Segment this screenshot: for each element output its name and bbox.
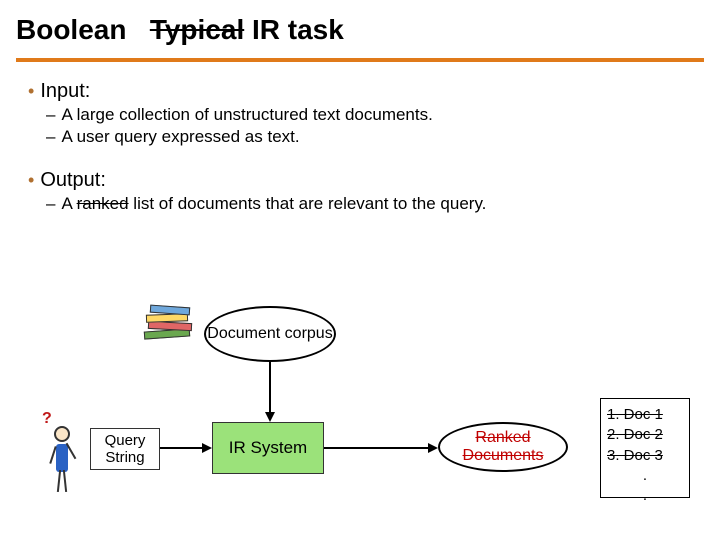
bullet-input-label: Input: bbox=[40, 80, 90, 103]
arrow-query-to-ir-icon bbox=[160, 442, 212, 454]
slide-body: • Input: – A large collection of unstruc… bbox=[0, 62, 720, 214]
bullet-dot-icon: • bbox=[28, 82, 34, 100]
query-string-node: Query String bbox=[90, 428, 160, 470]
document-list-node: 1. Doc 1 2. Doc 2 3. Doc 3 . . bbox=[600, 398, 690, 498]
ranked-documents-label: Ranked Documents bbox=[440, 429, 566, 466]
dash-icon: – bbox=[46, 105, 55, 125]
document-corpus-node: Document corpus bbox=[204, 306, 336, 362]
arrow-ir-to-ranked-icon bbox=[324, 442, 438, 454]
ranked-documents-node: Ranked Documents bbox=[438, 422, 568, 472]
sub-output-1-text: A ranked list of documents that are rele… bbox=[61, 194, 486, 214]
bullet-output-label: Output: bbox=[40, 169, 106, 192]
sub-input-2-text: A user query expressed as text. bbox=[61, 127, 299, 147]
sub-output-suffix: list of documents that are relevant to t… bbox=[129, 194, 487, 213]
sub-output-strike: ranked bbox=[77, 194, 129, 213]
title-word-typical-struck: Typical bbox=[150, 14, 244, 45]
dash-icon: – bbox=[46, 194, 55, 214]
books-icon bbox=[140, 308, 200, 352]
person-thinking-icon: ? bbox=[44, 420, 80, 500]
ir-system-label: IR System bbox=[229, 438, 307, 458]
doclist-dot: . bbox=[607, 486, 683, 506]
diagram: Document corpus ? Query String IR System… bbox=[0, 300, 720, 540]
sub-input-1: – A large collection of unstructured tex… bbox=[46, 105, 712, 125]
doclist-dot: . bbox=[607, 466, 683, 486]
title-rest: IR task bbox=[252, 14, 344, 45]
bullet-output: • Output: bbox=[28, 169, 712, 192]
doclist-row-1: 1. Doc 1 bbox=[607, 405, 683, 425]
query-string-label: Query String bbox=[99, 432, 151, 466]
slide-title: Boolean Typical IR task bbox=[0, 0, 720, 54]
arrow-corpus-to-ir-icon bbox=[264, 362, 276, 422]
sub-output-prefix: A bbox=[61, 194, 76, 213]
doclist-row-2: 2. Doc 2 bbox=[607, 425, 683, 445]
title-word-boolean: Boolean bbox=[16, 14, 126, 45]
bullet-dot-icon: • bbox=[28, 171, 34, 189]
sub-input-2: – A user query expressed as text. bbox=[46, 127, 712, 147]
document-corpus-label: Document corpus bbox=[207, 325, 332, 343]
ir-system-node: IR System bbox=[212, 422, 324, 474]
sub-input-1-text: A large collection of unstructured text … bbox=[61, 105, 432, 125]
sub-output-1: – A ranked list of documents that are re… bbox=[46, 194, 712, 214]
doclist-row-3: 3. Doc 3 bbox=[607, 446, 683, 466]
bullet-input: • Input: bbox=[28, 80, 712, 103]
dash-icon: – bbox=[46, 127, 55, 147]
